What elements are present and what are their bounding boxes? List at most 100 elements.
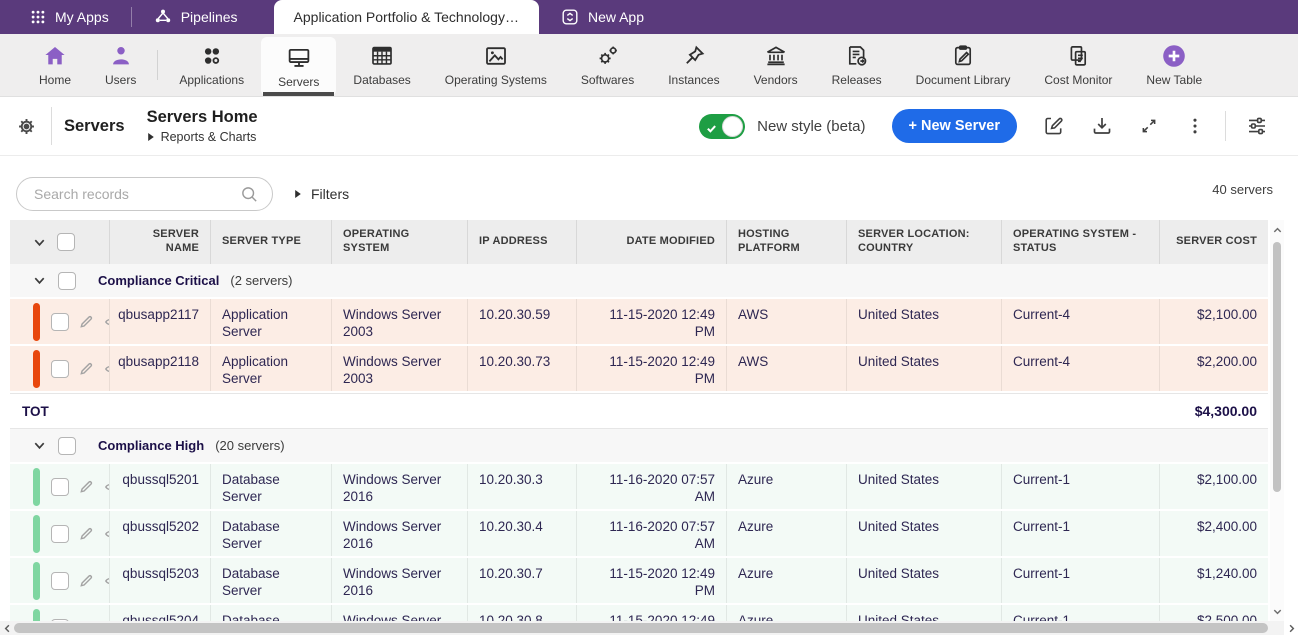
record-cell: Application Server <box>211 346 332 391</box>
horizontal-scrollbar[interactable] <box>0 621 1298 635</box>
download-icon[interactable] <box>1091 115 1113 137</box>
report-controls: Filters 40 servers <box>0 156 1298 220</box>
subtotal-row: TOT $4,300.00 <box>10 393 1268 429</box>
record-cell: Current-1 <box>1002 558 1160 603</box>
nav-item-releases[interactable]: Releases <box>815 34 899 96</box>
search-input[interactable] <box>17 186 240 202</box>
row-checkbox[interactable] <box>51 571 69 590</box>
pipelines-icon <box>154 8 172 26</box>
nav-item-operating-systems[interactable]: Operating Systems <box>428 34 564 96</box>
filters-toggle[interactable]: Filters <box>294 177 349 211</box>
active-app-tab-label: Application Portfolio & Technology… <box>293 9 519 25</box>
my-apps-button[interactable]: My Apps <box>0 0 131 34</box>
table-nav-bar: Home Users Applications Servers Databases Ope… <box>0 34 1298 97</box>
vertical-scroll-thumb[interactable] <box>1273 242 1281 492</box>
header-divider <box>51 107 52 145</box>
record-row[interactable]: qbussql5204Database ServerWindows Server… <box>10 605 1268 621</box>
column-header[interactable]: IP ADDRESS <box>468 220 577 264</box>
column-header[interactable]: SERVER LOCATION: COUNTRY <box>847 220 1002 264</box>
record-row[interactable]: qbusapp2117 Application Server Windows Ser… <box>10 299 1268 346</box>
group-checkbox[interactable] <box>58 436 76 455</box>
nav-item-databases[interactable]: Databases <box>336 34 427 96</box>
column-header[interactable]: DATE MODIFIED <box>577 220 727 264</box>
record-cell: United States <box>847 558 1002 603</box>
record-row[interactable]: qbussql5203 Database Server Windows Server… <box>10 558 1268 605</box>
record-cell: 11-15-2020 12:49 PM <box>577 558 727 603</box>
chevron-down-icon[interactable] <box>32 235 47 250</box>
group-collapse-chevron-down-icon[interactable] <box>32 273 47 288</box>
nav-item-instances[interactable]: Instances <box>651 34 736 96</box>
pipelines-button[interactable]: Pipelines <box>132 0 260 34</box>
records-table: SERVER NAME SERVER TYPE OPERATING SYSTEM IP… <box>10 220 1268 621</box>
nav-item-servers[interactable]: Servers <box>261 37 337 96</box>
pushpin-icon <box>682 43 706 69</box>
row-checkbox[interactable] <box>51 359 69 378</box>
table-grid-icon <box>370 43 394 69</box>
nav-item-label: Operating Systems <box>444 73 547 87</box>
nav-item-home[interactable]: Home <box>22 34 88 96</box>
expand-icon[interactable] <box>1139 116 1159 136</box>
column-header[interactable]: HOSTING PLATFORM <box>727 220 847 264</box>
row-checkbox[interactable] <box>51 312 69 331</box>
row-checkbox[interactable] <box>51 477 69 496</box>
record-cell: $2,200.00 <box>1196 354 1257 369</box>
new-style-toggle[interactable] <box>699 113 746 139</box>
edit-report-icon[interactable] <box>1043 115 1065 137</box>
row-checkbox[interactable] <box>51 524 69 543</box>
scroll-up-arrow-icon[interactable] <box>1270 222 1284 238</box>
column-header[interactable]: OPERATING SYSTEM <box>332 220 468 264</box>
record-row[interactable]: qbussql5202 Database Server Windows Server… <box>10 511 1268 558</box>
horizontal-scroll-thumb[interactable] <box>14 623 1268 633</box>
record-cell: Azure <box>727 558 847 603</box>
record-row[interactable]: qbusapp2118 Application Server Windows Ser… <box>10 346 1268 393</box>
nav-item-users[interactable]: Users <box>88 34 153 96</box>
new-server-button[interactable]: + New Server <box>891 109 1017 143</box>
column-header[interactable]: SERVER NAME <box>110 220 211 264</box>
column-header[interactable]: SERVER COST <box>1160 220 1268 264</box>
group-label: Compliance High <box>98 438 205 453</box>
nav-item-label: Vendors <box>753 73 798 87</box>
filters-label: Filters <box>311 186 350 202</box>
edit-record-pencil-icon[interactable] <box>78 478 95 495</box>
group-color-bar <box>33 514 40 553</box>
scroll-down-arrow-icon[interactable] <box>1270 603 1284 619</box>
nav-item-new-table[interactable]: New Table <box>1129 34 1219 96</box>
record-cell: United States <box>847 464 1002 509</box>
row-controls-cell <box>10 605 110 621</box>
nav-item-label: Users <box>105 73 137 87</box>
record-cell: AWS <box>727 299 847 344</box>
edit-record-pencil-icon[interactable] <box>78 360 95 377</box>
nav-item-cost-monitor[interactable]: Cost Monitor <box>1027 34 1129 96</box>
record-cell: qbusapp2117 <box>110 299 211 344</box>
record-cell: 10.20.30.8 <box>468 605 577 621</box>
group-collapse-chevron-down-icon[interactable] <box>32 438 47 453</box>
grid-settings-icon[interactable] <box>1246 115 1268 137</box>
record-cell: United States <box>847 346 1002 391</box>
scroll-right-arrow-icon[interactable] <box>1284 621 1298 635</box>
scroll-left-arrow-icon[interactable] <box>0 621 14 635</box>
nav-item-softwares[interactable]: Softwares <box>564 34 651 96</box>
subtotal-label: TOT <box>22 403 49 419</box>
edit-record-pencil-icon[interactable] <box>78 572 95 589</box>
record-row[interactable]: qbussql5201 Database Server Windows Server… <box>10 464 1268 511</box>
search-box <box>16 177 273 211</box>
search-icon[interactable] <box>240 185 259 204</box>
new-app-button[interactable]: New App <box>539 0 666 34</box>
gear-icon[interactable] <box>16 116 37 137</box>
edit-record-pencil-icon[interactable] <box>78 525 95 542</box>
reports-and-charts-link[interactable]: Reports & Charts <box>147 130 258 144</box>
column-header[interactable]: SERVER TYPE <box>211 220 332 264</box>
vertical-scrollbar[interactable] <box>1270 220 1284 621</box>
edit-record-pencil-icon[interactable] <box>78 313 95 330</box>
select-all-checkbox[interactable] <box>57 233 75 251</box>
column-header[interactable]: OPERATING SYSTEM - STATUS <box>1002 220 1160 264</box>
record-cell: $1,240.00 <box>1196 566 1257 581</box>
active-app-tab[interactable]: Application Portfolio & Technology… <box>273 0 539 34</box>
nav-item-applications[interactable]: Applications <box>162 34 261 96</box>
nav-item-vendors[interactable]: Vendors <box>737 34 815 96</box>
nav-item-document-library[interactable]: Document Library <box>899 34 1028 96</box>
group-checkbox[interactable] <box>58 271 76 290</box>
table-body: Compliance Critical (2 servers) qbusapp211… <box>10 264 1268 621</box>
more-options-icon[interactable] <box>1185 116 1205 136</box>
actions-divider <box>1225 111 1226 141</box>
